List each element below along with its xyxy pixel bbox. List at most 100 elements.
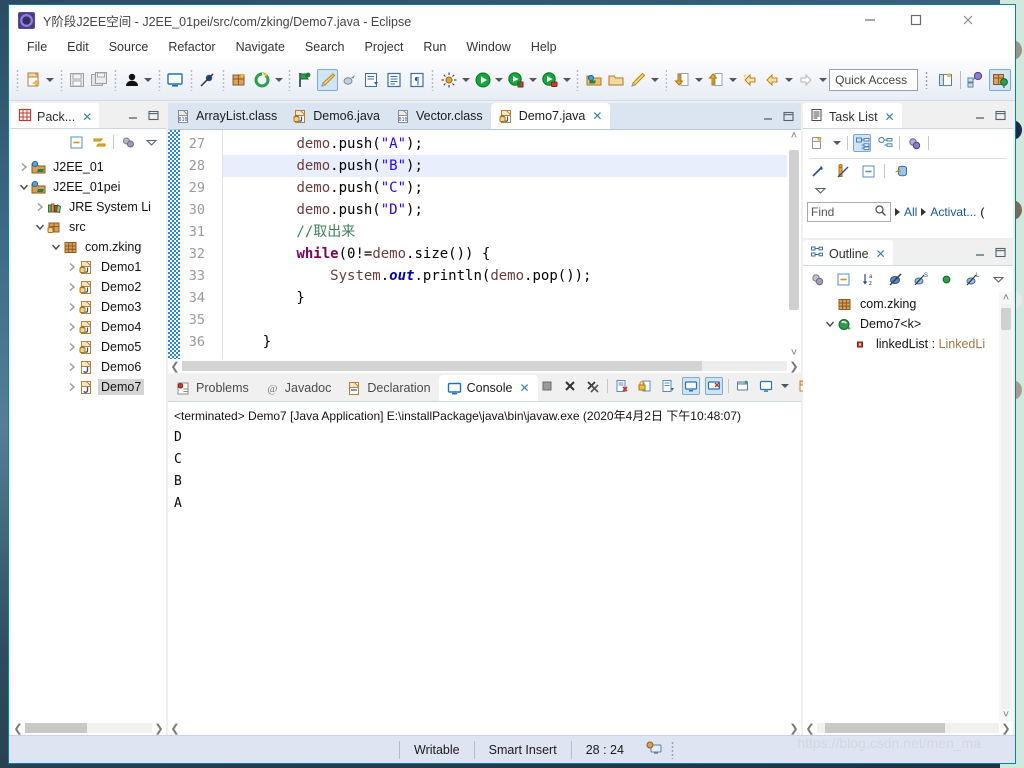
open-type-icon[interactable] xyxy=(583,69,604,91)
bottom-tab-declaration[interactable]: Declaration xyxy=(339,375,438,401)
tree-item-demo2[interactable]: Demo2 xyxy=(11,277,166,297)
code-line[interactable]: demo.push("B"); xyxy=(223,155,801,177)
menu-edit[interactable]: Edit xyxy=(57,37,99,57)
maximize-icon[interactable] xyxy=(995,247,1006,261)
source-code[interactable]: demo.push("A"); demo.push("B"); demo.pus… xyxy=(223,130,801,359)
code-line[interactable]: while(0!=demo.size()) { xyxy=(223,243,801,265)
tree-item-demo6[interactable]: Demo6 xyxy=(11,357,166,377)
console-output-area[interactable]: <terminated> Demo7 [Java Application] E:… xyxy=(168,402,801,721)
console-dropdown-icon[interactable] xyxy=(780,375,791,397)
scroll-up-icon[interactable]: ˄ xyxy=(999,292,1013,304)
outline-tree[interactable]: com.zking Demo7<k> linkedList : LinkedLi ˄… xyxy=(803,292,1013,721)
tree-item-j2ee-01[interactable]: J2EE_01 xyxy=(11,157,166,177)
filter-activate-caret-icon[interactable] xyxy=(921,208,927,216)
close-icon[interactable]: ✕ xyxy=(885,110,895,124)
display-selected-console-icon[interactable] xyxy=(704,377,723,395)
java-perspective-icon[interactable] xyxy=(964,69,986,91)
brush-icon[interactable] xyxy=(317,68,339,91)
new-task-menu-icon[interactable] xyxy=(831,132,842,154)
view-menu-icon[interactable] xyxy=(811,181,829,199)
editor-tab-demo6-java[interactable]: Demo6.java xyxy=(285,103,388,129)
document-icon[interactable] xyxy=(384,69,405,91)
minimize-icon[interactable] xyxy=(128,110,139,124)
coverage-icon[interactable] xyxy=(506,69,527,91)
bottom-tab-console[interactable]: Console ✕ xyxy=(438,375,538,401)
outline-item-linkedlist-linkedli[interactable]: linkedList : LinkedLi xyxy=(803,334,1013,354)
tab-task-list[interactable]: Task List ✕ xyxy=(803,103,902,128)
code-line[interactable]: demo.push("C"); xyxy=(223,177,801,199)
clear-console-icon[interactable] xyxy=(613,377,631,395)
forward-icon[interactable] xyxy=(795,69,816,91)
remove-all-terminated-icon[interactable] xyxy=(584,377,602,395)
pencil-icon[interactable] xyxy=(628,69,649,91)
run-ant-icon[interactable] xyxy=(438,69,459,91)
new-console-view-icon[interactable] xyxy=(757,377,775,395)
editor-tab-demo7-java[interactable]: Demo7.java ✕ xyxy=(490,103,611,129)
chevron-right-icon[interactable] xyxy=(65,282,79,292)
code-editor[interactable]: 27 28 29 30 31 32 33 34 35 36 demo.push("A"); dem… xyxy=(168,130,801,359)
bottom-tab-problems[interactable]: Problems xyxy=(168,375,257,401)
filter-all-link[interactable]: All xyxy=(904,205,917,219)
maximize-button[interactable] xyxy=(893,5,939,35)
collapse-all-icon[interactable] xyxy=(835,270,853,288)
scroll-up-icon[interactable]: ˄ xyxy=(787,130,801,142)
close-icon[interactable]: ✕ xyxy=(519,381,529,395)
debug-last-icon[interactable] xyxy=(295,69,316,91)
code-line[interactable]: demo.push("D"); xyxy=(223,199,801,221)
marker-bar[interactable] xyxy=(168,130,180,359)
refresh-dropdown-icon[interactable] xyxy=(273,69,284,91)
tree-item-demo1[interactable]: Demo1 xyxy=(11,257,166,277)
scroll-down-icon[interactable]: ˅ xyxy=(787,347,801,359)
previous-annotation-dropdown-icon[interactable] xyxy=(728,69,739,91)
console-hscroll[interactable]: ❮ ❯ xyxy=(168,721,801,735)
collapse-all-icon[interactable] xyxy=(67,133,85,151)
scroll-right-icon[interactable]: ❯ xyxy=(152,722,166,735)
code-line[interactable]: } xyxy=(223,331,801,353)
editor-hscroll[interactable]: ❮ ❯ xyxy=(168,359,801,373)
close-button[interactable] xyxy=(945,5,991,35)
minimize-icon[interactable] xyxy=(763,111,774,125)
forward-dropdown-icon[interactable] xyxy=(817,69,828,91)
scroll-thumb[interactable] xyxy=(182,361,702,371)
remote-systems-icon[interactable] xyxy=(638,740,671,759)
outline-hscroll[interactable]: ❮ ❯ xyxy=(803,721,1013,735)
categorized-presentation-icon[interactable] xyxy=(853,134,871,152)
coverage-alt-dropdown-icon[interactable] xyxy=(562,69,573,91)
new-wizard-dropdown-icon[interactable] xyxy=(45,69,56,91)
scroll-left-icon[interactable]: ❮ xyxy=(803,722,817,735)
refresh-icon[interactable] xyxy=(251,69,272,91)
view-menu-icon[interactable] xyxy=(989,270,1007,288)
menu-project[interactable]: Project xyxy=(355,37,414,57)
chevron-right-icon[interactable] xyxy=(65,262,79,272)
folding-gutter[interactable] xyxy=(210,130,223,359)
back-dropdown-icon[interactable] xyxy=(784,69,795,91)
remove-launch-icon[interactable] xyxy=(561,377,579,395)
menu-search[interactable]: Search xyxy=(295,37,355,57)
console-icon[interactable] xyxy=(165,69,186,91)
previous-annotation-icon[interactable] xyxy=(705,69,726,91)
scroll-thumb[interactable] xyxy=(789,150,799,310)
run-icon[interactable] xyxy=(472,69,493,91)
code-line[interactable] xyxy=(223,309,801,331)
tree-item-demo3[interactable]: Demo3 xyxy=(11,297,166,317)
package-explorer-hscroll[interactable]: ❮ ❯ xyxy=(11,721,166,735)
find-input[interactable]: Find xyxy=(807,202,891,222)
terminate-icon[interactable] xyxy=(538,377,556,395)
new-wizard-icon[interactable] xyxy=(23,69,44,91)
new-package-icon[interactable] xyxy=(229,69,250,91)
menu-help[interactable]: Help xyxy=(521,37,567,57)
filter-all-caret-icon[interactable] xyxy=(895,208,900,216)
open-perspective-icon[interactable] xyxy=(935,69,957,91)
outline-item-com-zking[interactable]: com.zking xyxy=(803,294,1013,314)
open-task-icon[interactable] xyxy=(606,69,627,91)
filter-more[interactable]: ( xyxy=(980,205,984,219)
close-icon[interactable]: ✕ xyxy=(592,109,602,123)
editor-tab-vector-class[interactable]: 010 Vector.class xyxy=(388,103,491,129)
code-line[interactable]: //取出来 xyxy=(223,221,801,243)
next-annotation-dropdown-icon[interactable] xyxy=(694,69,705,91)
chevron-right-icon[interactable] xyxy=(65,362,79,372)
filter-activate-link[interactable]: Activat... xyxy=(930,205,976,219)
menu-run[interactable]: Run xyxy=(413,37,456,57)
chevron-right-icon[interactable] xyxy=(65,302,79,312)
tree-item-demo5[interactable]: Demo5 xyxy=(11,337,166,357)
